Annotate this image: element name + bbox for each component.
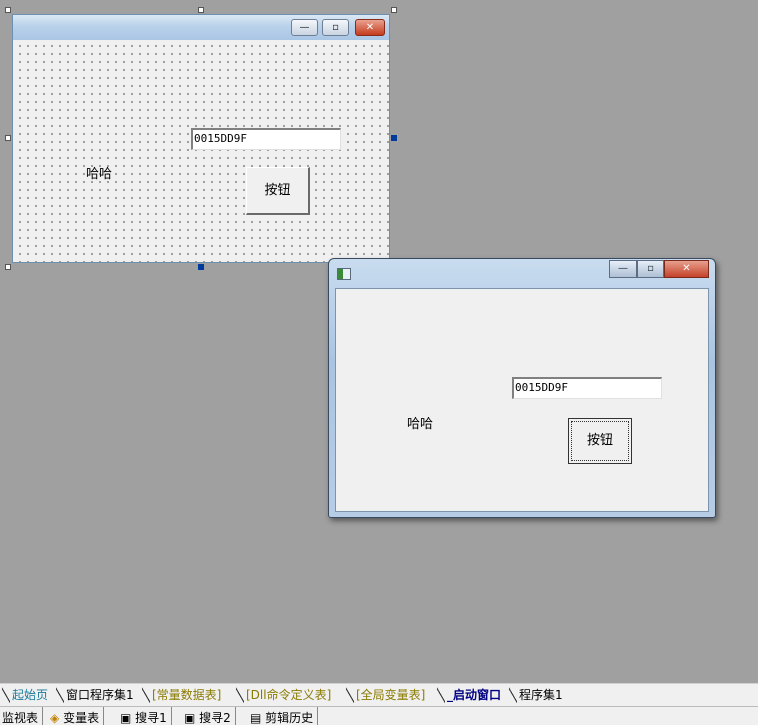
tab-label: _启动窗口 [447, 688, 502, 702]
panel-search-2[interactable]: ▣ 搜寻2 [184, 707, 236, 725]
panel-label: 搜寻2 [199, 711, 231, 725]
running-window-client: 0015DD9F 哈哈 按钮 [335, 288, 709, 512]
tab-dll-command-table[interactable]: [Dll命令定义表] [236, 686, 335, 704]
panel-label: 剪辑历史 [265, 711, 314, 725]
tab-startup-window[interactable]: _启动窗口 [437, 686, 505, 704]
tab-label: 起始页 [12, 688, 49, 702]
designer-form[interactable]: — ▫ ✕ 0015DD9F 哈哈 按钮 [12, 14, 390, 263]
run-label: 哈哈 [407, 417, 434, 432]
tab-label: 窗口程序集1 [66, 688, 134, 702]
tab-label: [常量数据表] [152, 688, 222, 702]
panel-label: 搜寻1 [135, 711, 167, 725]
minimize-icon: — [291, 19, 318, 36]
panel-search-1[interactable]: ▣ 搜寻1 [120, 707, 172, 725]
variables-icon: ◈ [50, 711, 60, 725]
panel-variables[interactable]: ◈ 变量表 [50, 707, 105, 725]
tab-label: [Dll命令定义表] [246, 688, 332, 702]
resize-handle-right[interactable] [391, 135, 397, 141]
run-button[interactable]: 按钮 [568, 418, 632, 464]
window-app-icon [337, 268, 351, 280]
maximize-icon: ▫ [322, 19, 349, 36]
run-edit-box[interactable]: 0015DD9F [512, 377, 662, 399]
design-label[interactable]: 哈哈 [86, 163, 112, 182]
panel-label: 监视表 [2, 711, 39, 725]
tab-assembly-1[interactable]: 程序集1 [509, 686, 567, 704]
panel-watch[interactable]: 监视表 [2, 707, 44, 725]
tab-label: 程序集1 [519, 688, 563, 702]
clipboard-icon: ▤ [250, 711, 262, 725]
maximize-icon[interactable]: ▫ [637, 260, 664, 278]
editor-tab-bar: 起始页 窗口程序集1 [常量数据表] [Dll命令定义表] [全局变量表] _启… [0, 683, 758, 706]
tab-start-page[interactable]: 起始页 [2, 686, 52, 704]
design-edit-box[interactable]: 0015DD9F [191, 128, 341, 150]
panel-label: 变量表 [63, 711, 100, 725]
designer-form-titlebar: — ▫ ✕ [13, 15, 389, 40]
resize-handle-top-right[interactable] [391, 7, 397, 13]
tab-global-variable-table[interactable]: [全局变量表] [346, 686, 429, 704]
search-icon: ▣ [184, 711, 196, 725]
resize-handle-top-left[interactable] [5, 7, 11, 13]
tab-label: [全局变量表] [356, 688, 426, 702]
resize-handle-bottom[interactable] [198, 264, 204, 270]
design-button[interactable]: 按钮 [246, 167, 310, 215]
running-window[interactable]: — ▫ ✕ 0015DD9F 哈哈 按钮 [328, 258, 716, 518]
close-icon[interactable]: ✕ [664, 260, 709, 278]
tab-window-assembly[interactable]: 窗口程序集1 [56, 686, 138, 704]
minimize-icon[interactable]: — [609, 260, 637, 278]
resize-handle-top[interactable] [198, 7, 204, 13]
tab-constant-table[interactable]: [常量数据表] [142, 686, 225, 704]
search-icon: ▣ [120, 711, 132, 725]
panel-clip-history[interactable]: ▤ 剪辑历史 [250, 707, 319, 725]
resize-handle-left[interactable] [5, 135, 11, 141]
close-icon: ✕ [355, 19, 385, 36]
bottom-panel-tabs: 监视表 ◈ 变量表 ▣ 搜寻1 ▣ 搜寻2 ▤ 剪辑历史 [0, 706, 758, 725]
resize-handle-bottom-left[interactable] [5, 264, 11, 270]
